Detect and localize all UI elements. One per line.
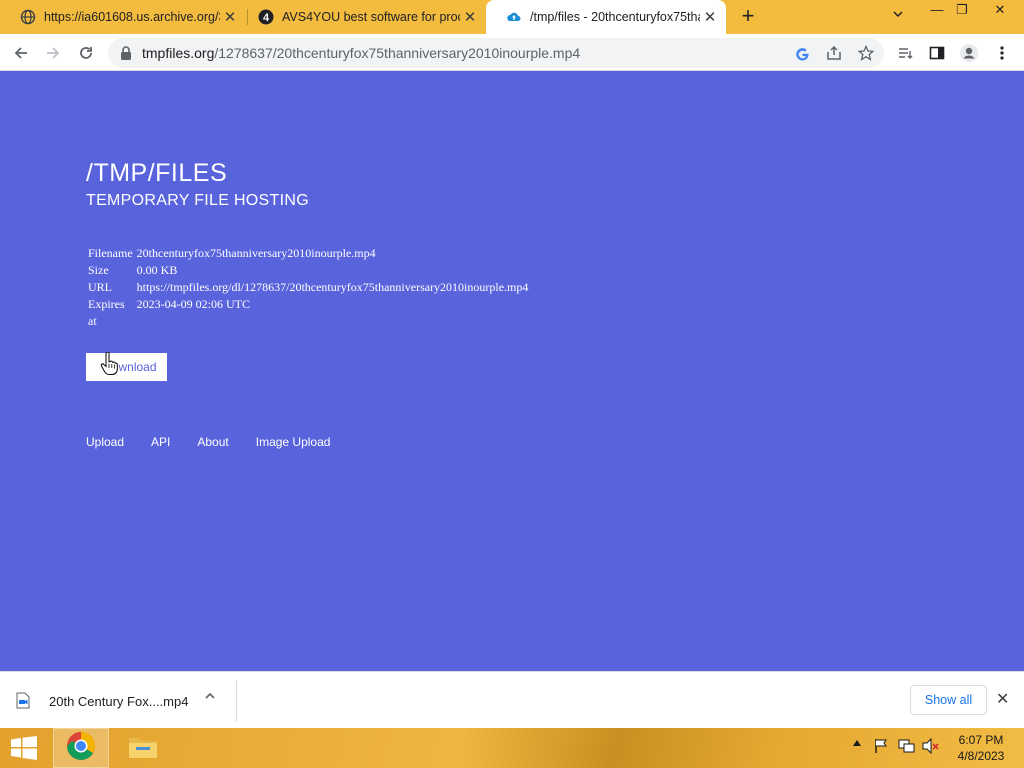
profile-avatar-icon[interactable] — [956, 40, 982, 66]
page-subtitle: TEMPORARY FILE HOSTING — [86, 192, 309, 209]
shelf-divider — [236, 680, 237, 722]
clock-time: 6:07 PM — [958, 733, 1004, 747]
info-key: Size — [88, 263, 109, 277]
globe-icon — [20, 9, 36, 25]
video-file-icon — [16, 692, 32, 710]
tab-title: /tmp/files - 20thcenturyfox75tha — [530, 10, 700, 24]
tray-expand-icon[interactable] — [852, 738, 862, 750]
tab-close-icon[interactable]: ✕ — [700, 7, 720, 27]
page-title: /TMP/FILES — [86, 159, 228, 187]
reading-list-icon[interactable] — [892, 40, 918, 66]
bookmark-star-icon[interactable] — [856, 43, 876, 63]
avs4you-icon: 4 — [258, 9, 274, 25]
show-all-button[interactable]: Show all — [910, 685, 987, 715]
tab-search-chevron-icon[interactable] — [882, 6, 914, 28]
reload-icon[interactable] — [73, 40, 99, 66]
tab-tmpfiles[interactable]: /tmp/files - 20thcenturyfox75tha ✕ — [486, 0, 726, 34]
taskbar-clock[interactable]: 6:07 PM 4/8/2023 — [946, 732, 1016, 764]
browser-toolbar: tmpfiles.org/1278637/20thcenturyfox75tha… — [0, 34, 1024, 71]
new-tab-button[interactable]: + — [736, 5, 760, 29]
hand-cursor-icon — [100, 351, 118, 381]
url-text: tmpfiles.org/1278637/20thcenturyfox75tha… — [142, 45, 580, 61]
info-row-url: URL https://tmpfiles.org/dl/1278637/20th… — [86, 279, 530, 296]
network-icon[interactable] — [898, 738, 916, 757]
shelf-close-button[interactable]: ✕ — [996, 689, 1009, 709]
url-domain: tmpfiles.org — [142, 45, 215, 61]
info-value: 20thcenturyfox75thanniversary2010inourpl… — [136, 246, 376, 260]
forward-arrow-icon[interactable] — [40, 40, 66, 66]
page-content: /TMP/FILES TEMPORARY FILE HOSTING Filena… — [0, 71, 1024, 671]
share-icon[interactable] — [824, 43, 844, 63]
back-arrow-icon[interactable] — [8, 40, 34, 66]
clock-date: 4/8/2023 — [957, 749, 1005, 763]
info-row-filename: Filename 20thcenturyfox75thanniversary20… — [86, 245, 530, 262]
info-value[interactable]: https://tmpfiles.org/dl/1278637/20thcent… — [135, 279, 531, 296]
tab-close-icon[interactable]: ✕ — [220, 7, 240, 27]
action-center-flag-icon[interactable] — [874, 738, 890, 757]
chevron-up-icon[interactable] — [204, 690, 216, 705]
download-shelf: 20th Century Fox....mp4 Show all ✕ — [0, 671, 1024, 728]
info-key: Expires at — [88, 297, 125, 328]
info-value: 0.00 KB — [136, 263, 178, 277]
download-file-name: 20th Century Fox....mp4 — [49, 693, 189, 709]
folder-icon — [127, 732, 159, 765]
chrome-icon — [66, 731, 96, 766]
tab-title: https://ia601608.us.archive.org/3 — [44, 10, 220, 24]
address-bar[interactable]: tmpfiles.org/1278637/20thcenturyfox75tha… — [108, 38, 884, 68]
lock-icon[interactable] — [120, 46, 132, 65]
restore-button[interactable]: ❐ — [946, 0, 978, 22]
windows-taskbar: 6:07 PM 4/8/2023 — [0, 728, 1024, 768]
info-key: URL — [88, 280, 112, 294]
cloud-upload-icon — [506, 9, 522, 25]
info-row-size: Size 0.00 KB — [86, 262, 530, 279]
google-lens-icon[interactable] — [792, 43, 812, 63]
download-item[interactable]: 20th Century Fox....mp4 — [16, 686, 188, 716]
footer-link-api[interactable]: API — [151, 435, 170, 449]
window-close-button[interactable]: ✕ — [984, 0, 1016, 22]
footer-nav: Upload API About Image Upload — [86, 435, 357, 449]
footer-link-image-upload[interactable]: Image Upload — [256, 435, 331, 449]
tab-title: AVS4YOU best software for proce — [282, 10, 460, 24]
svg-text:4: 4 — [263, 12, 270, 24]
url-path: /1278637/20thcenturyfox75thanniversary20… — [214, 45, 581, 61]
side-panel-icon[interactable] — [924, 40, 950, 66]
tab-archive[interactable]: https://ia601608.us.archive.org/3 ✕ — [0, 0, 246, 34]
tab-close-icon[interactable]: ✕ — [460, 7, 480, 27]
more-menu-icon[interactable] — [989, 40, 1015, 66]
taskbar-chrome[interactable] — [53, 728, 109, 768]
footer-link-upload[interactable]: Upload — [86, 435, 124, 449]
file-info-table: Filename 20thcenturyfox75thanniversary20… — [86, 245, 530, 330]
download-button-label: wnload — [118, 360, 157, 374]
tab-strip: https://ia601608.us.archive.org/3 ✕ 4 AV… — [0, 0, 1024, 34]
taskbar-file-explorer[interactable] — [124, 728, 162, 768]
speaker-muted-icon[interactable] — [922, 737, 940, 757]
info-value: 2023-04-09 02:06 UTC — [136, 297, 250, 311]
tab-avs4you[interactable]: 4 AVS4YOU best software for proce ✕ — [238, 0, 486, 34]
windows-start-icon[interactable] — [10, 736, 38, 765]
info-key: Filename — [88, 246, 133, 260]
info-row-expires: Expires at 2023-04-09 02:06 UTC — [86, 296, 530, 330]
download-button[interactable]: wnload — [86, 353, 167, 381]
footer-link-about[interactable]: About — [197, 435, 228, 449]
